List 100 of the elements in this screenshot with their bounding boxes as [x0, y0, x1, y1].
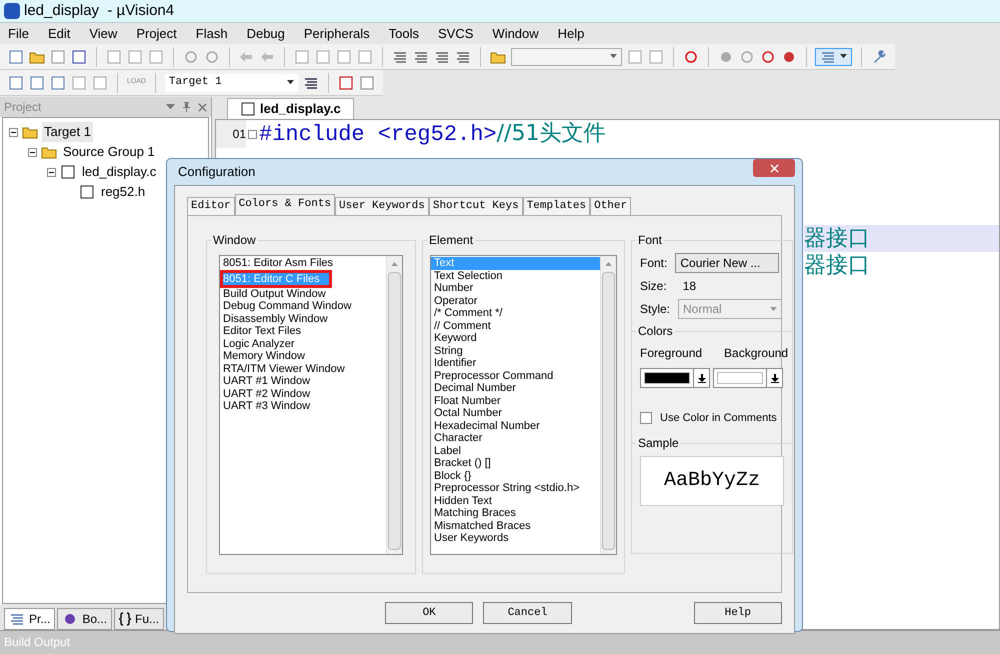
list-item[interactable]: Float Number: [431, 394, 600, 407]
list-item[interactable]: Character: [431, 432, 600, 444]
collapse-icon[interactable]: [9, 128, 18, 136]
menu-item[interactable]: Help: [558, 24, 584, 44]
list-item[interactable]: Octal Number: [431, 407, 600, 420]
window-title: led_display - µVision4: [24, 0, 174, 21]
dialog-tab[interactable]: Shortcut Keys: [428, 197, 523, 215]
window-menu-button[interactable]: [815, 48, 852, 66]
close-icon[interactable]: [198, 102, 207, 112]
list-item[interactable]: Number: [431, 282, 600, 294]
scrollbar[interactable]: [386, 256, 402, 554]
list-item[interactable]: Label: [431, 444, 600, 457]
checkbox[interactable]: [640, 412, 652, 424]
new-file-icon[interactable]: [8, 48, 24, 64]
dialog-tab[interactable]: Templates: [522, 197, 590, 215]
list-item[interactable]: Mismatched Braces: [431, 520, 600, 532]
list-item[interactable]: Debug Command Window: [220, 300, 386, 312]
tree-item[interactable]: reg52.h: [99, 182, 148, 202]
scroll-up-icon[interactable]: [605, 262, 612, 266]
list-item[interactable]: Logic Analyzer: [220, 338, 386, 350]
dialog-tab[interactable]: Colors & Fonts: [234, 194, 336, 215]
list-item[interactable]: Editor Text Files: [220, 325, 386, 338]
field-label: Foreground: [640, 345, 702, 362]
font-sample: AaBbYyZz: [640, 456, 784, 506]
pin-icon[interactable]: [183, 102, 190, 112]
list-item[interactable]: Preprocessor Command: [431, 370, 600, 382]
list-item[interactable]: 8051: Editor Asm Files: [220, 257, 386, 270]
code-line: #include <reg52.h>//51头文件: [259, 120, 606, 149]
color-picker[interactable]: [640, 368, 710, 388]
tree-item[interactable]: led_display.c: [80, 162, 158, 182]
list-item[interactable]: Identifier: [431, 357, 600, 370]
collapse-icon[interactable]: [28, 148, 37, 156]
list-item[interactable]: Hidden Text: [431, 494, 600, 507]
file-icon[interactable]: [240, 101, 256, 117]
file-icon[interactable]: [60, 164, 76, 180]
braces-icon: [119, 612, 132, 626]
field-label: Font:: [640, 255, 668, 272]
breakpoint-icon[interactable]: [738, 48, 755, 64]
list-item[interactable]: Matching Braces: [431, 507, 600, 520]
collapse-icon[interactable]: [47, 168, 56, 176]
list-item[interactable]: User Keywords: [431, 532, 600, 544]
menu-item[interactable]: Flash: [196, 24, 228, 44]
list-item[interactable]: UART #1 Window: [220, 375, 386, 388]
scroll-up-icon[interactable]: [391, 262, 398, 266]
menu-item[interactable]: SVCS: [438, 24, 474, 44]
line-number: 01: [216, 120, 246, 148]
menu-item[interactable]: View: [89, 24, 118, 44]
list-item[interactable]: UART #2 Window: [220, 388, 386, 400]
list-item[interactable]: Hexadecimal Number: [431, 420, 600, 432]
dialog-button[interactable]: OK: [385, 602, 474, 624]
menu-item[interactable]: Window: [492, 24, 539, 44]
panel-tab[interactable]: Bo...: [57, 608, 112, 630]
dialog-button[interactable]: Cancel: [483, 602, 572, 624]
arrow-down-icon[interactable]: [698, 374, 706, 382]
dialog-button[interactable]: Help: [694, 602, 782, 624]
list-item[interactable]: Preprocessor String <stdio.h>: [431, 482, 600, 494]
list-item[interactable]: Block {}: [431, 470, 600, 482]
close-button[interactable]: [753, 159, 795, 177]
list-item[interactable]: Bracket () []: [431, 457, 600, 470]
dialog-tab[interactable]: Other: [590, 197, 632, 215]
dialog-tab[interactable]: Editor: [187, 197, 235, 215]
file-tab[interactable]: led_display.c: [227, 98, 354, 119]
font-button[interactable]: Courier New ...: [675, 253, 780, 273]
list-item[interactable]: /* Comment */: [431, 307, 600, 320]
list-item[interactable]: // Comment: [431, 320, 600, 332]
list-item[interactable]: Disassembly Window: [220, 312, 386, 325]
app-logo-icon: [4, 3, 20, 19]
field-label: Style:: [640, 301, 670, 318]
caret-icon[interactable]: [840, 54, 848, 59]
list-item[interactable]: RTA/ITM Viewer Window: [220, 362, 386, 375]
list-item[interactable]: Keyword: [431, 332, 600, 344]
menu-item[interactable]: File: [8, 24, 29, 44]
arrow-down-icon[interactable]: [770, 374, 778, 382]
dropdown-icon[interactable]: [166, 104, 175, 110]
menu-item[interactable]: Debug: [246, 24, 285, 44]
scrollbar[interactable]: [600, 256, 616, 554]
list-item[interactable]: Text Selection: [431, 270, 600, 282]
menu-item[interactable]: Project: [136, 24, 177, 44]
dialog-tab[interactable]: User Keywords: [335, 197, 429, 215]
panel-tab[interactable]: Fu...: [114, 608, 164, 630]
color-picker[interactable]: [713, 368, 783, 388]
file-icon[interactable]: [79, 184, 95, 200]
list-item[interactable]: Operator: [431, 294, 600, 307]
caret-icon[interactable]: [287, 80, 294, 85]
tree-item[interactable]: Target 1: [42, 122, 93, 142]
panel-title: Project: [4, 99, 42, 116]
list-item[interactable]: UART #3 Window: [220, 400, 386, 412]
breakpoint-icon[interactable]: [760, 48, 776, 64]
dialog-title: Configuration: [178, 163, 256, 182]
target-select[interactable]: Target 1: [164, 74, 298, 92]
panel-tab[interactable]: Pr...: [4, 608, 56, 630]
checkbox-label: Use Color in Comments: [660, 411, 777, 426]
list-item[interactable]: Decimal Number: [431, 382, 600, 394]
menu-item[interactable]: Tools: [388, 24, 420, 44]
tree-item[interactable]: Source Group 1: [61, 142, 157, 162]
menu-item[interactable]: Edit: [48, 24, 70, 44]
menu-item[interactable]: Peripherals: [304, 24, 370, 44]
list-item[interactable]: String: [431, 344, 600, 357]
list-item[interactable]: Memory Window: [220, 350, 386, 362]
list-item[interactable]: Build Output Window: [220, 288, 386, 300]
